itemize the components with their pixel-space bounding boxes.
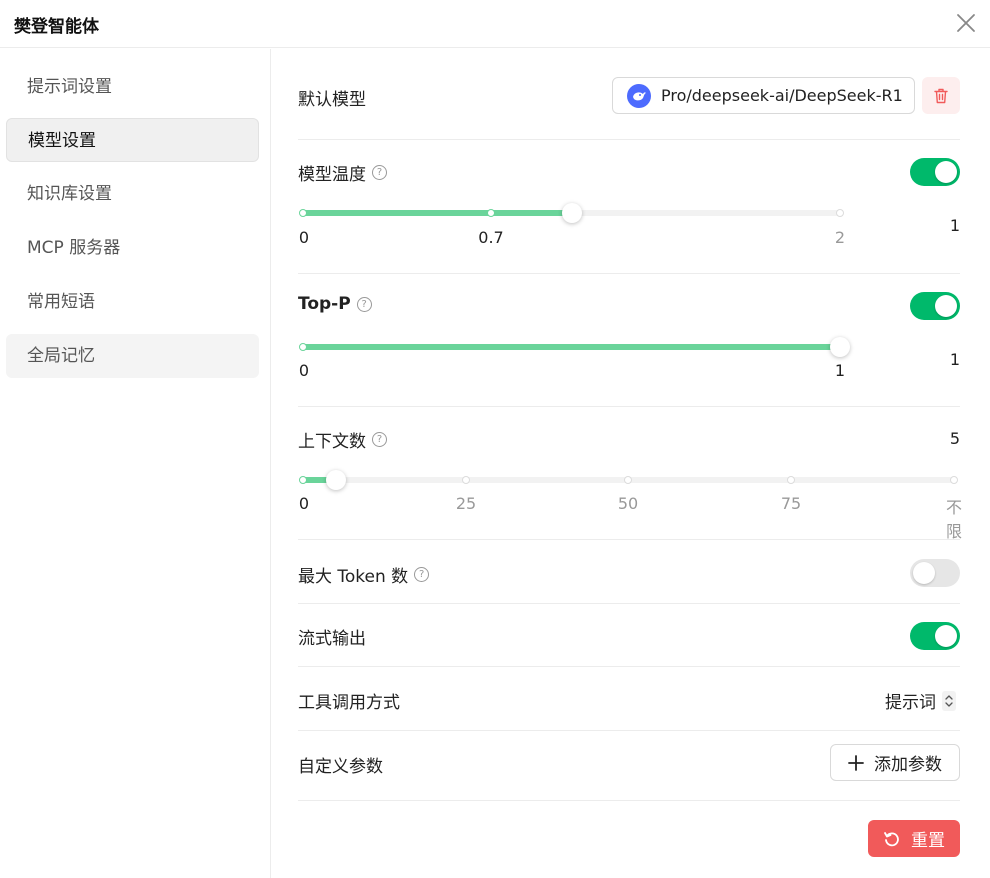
slider-tick-label: 0 xyxy=(298,361,310,380)
reset-label: 重置 xyxy=(911,831,945,851)
stream-output-label-text: 流式输出 xyxy=(298,629,366,649)
slider-mark-dot xyxy=(462,476,470,484)
context-count-slider[interactable] xyxy=(299,470,958,490)
slider-mark-dot xyxy=(787,476,795,484)
sidebar-item-model[interactable]: 模型设置 xyxy=(6,118,259,162)
help-icon[interactable]: ? xyxy=(356,296,372,312)
top-p-label-text: Top-P xyxy=(298,294,351,314)
toggle-knob xyxy=(935,625,957,647)
stream-output-toggle[interactable] xyxy=(910,622,960,650)
temperature-slider[interactable] xyxy=(299,203,844,223)
tool-call-mode-select[interactable]: 提示词 xyxy=(885,688,956,713)
tool-call-mode-value: 提示词 xyxy=(885,693,936,713)
slider-tick-label: 2 xyxy=(834,228,846,247)
reset-icon xyxy=(884,831,899,846)
slider-mark-dot xyxy=(836,209,844,217)
slider-tick-label: 75 xyxy=(780,494,802,513)
add-param-button[interactable]: 添加参数 xyxy=(830,744,960,781)
reset-button[interactable]: 重置 xyxy=(868,820,960,857)
delete-model-button[interactable] xyxy=(922,77,960,114)
top-p-value: 1 xyxy=(949,350,960,369)
sidebar-item-knowledge[interactable]: 知识库设置 xyxy=(6,172,259,216)
select-arrows-icon xyxy=(942,690,956,711)
context-count-label-text: 上下文数 xyxy=(298,432,366,452)
slider-tick-label: 0.7 xyxy=(478,228,504,247)
slider-mark-dot xyxy=(299,209,307,217)
sidebar-item-phrases[interactable]: 常用短语 xyxy=(6,280,259,324)
divider xyxy=(298,603,960,604)
slider-fill xyxy=(303,344,840,350)
max-tokens-label-text: 最大 Token 数 xyxy=(298,567,409,587)
divider xyxy=(298,666,960,667)
custom-params-label: 自定义参数 xyxy=(298,752,383,777)
toggle-knob xyxy=(935,161,957,183)
tool-call-mode-label: 工具调用方式 xyxy=(298,688,400,713)
model-select-button[interactable]: Pro/deepseek-ai/DeepSeek-R1 xyxy=(612,77,915,114)
top-p-slider[interactable] xyxy=(299,337,850,357)
slider-tick-label: 0 xyxy=(298,494,310,513)
tool-call-mode-label-text: 工具调用方式 xyxy=(298,693,400,713)
slider-mark-dot xyxy=(624,476,632,484)
custom-params-label-text: 自定义参数 xyxy=(298,757,383,777)
context-count-label: 上下文数 ? xyxy=(298,427,387,452)
temperature-label: 模型温度 ? xyxy=(298,160,387,185)
slider-tick-label: 0 xyxy=(298,228,310,247)
temperature-value: 1 xyxy=(949,216,960,235)
help-icon[interactable]: ? xyxy=(414,567,430,582)
temperature-label-text: 模型温度 xyxy=(298,165,366,185)
close-icon[interactable] xyxy=(954,11,978,35)
slider-handle[interactable] xyxy=(326,470,346,490)
default-model-label: 默认模型 xyxy=(298,85,366,110)
stream-output-label: 流式输出 xyxy=(298,624,366,649)
slider-tick-label: 50 xyxy=(617,494,639,513)
add-param-label: 添加参数 xyxy=(874,755,942,775)
help-icon[interactable]: ? xyxy=(372,165,387,180)
top-p-label: Top-P ? xyxy=(298,294,372,314)
dialog-title: 樊登智能体 xyxy=(14,17,99,37)
divider xyxy=(298,539,960,540)
slider-mark-dot xyxy=(299,476,307,484)
plus-icon xyxy=(848,754,864,771)
slider-handle[interactable] xyxy=(830,337,850,357)
top-p-toggle[interactable] xyxy=(910,292,960,320)
slider-mark-dot xyxy=(487,209,495,217)
divider xyxy=(298,800,960,801)
slider-fill xyxy=(303,210,572,216)
divider xyxy=(298,139,960,140)
context-count-value: 5 xyxy=(949,429,960,448)
sidebar-item-mcp[interactable]: MCP 服务器 xyxy=(6,226,259,270)
slider-handle[interactable] xyxy=(562,203,582,223)
divider xyxy=(298,406,960,407)
toggle-knob xyxy=(913,562,935,584)
toggle-knob xyxy=(935,295,957,317)
max-tokens-label: 最大 Token 数 ? xyxy=(298,562,430,587)
sidebar-item-memory[interactable]: 全局记忆 xyxy=(6,334,259,378)
divider xyxy=(298,730,960,731)
settings-sidebar: 提示词设置 模型设置 知识库设置 MCP 服务器 常用短语 全局记忆 xyxy=(0,49,271,878)
slider-mark-dot xyxy=(299,343,307,351)
slider-tick-label: 不限 xyxy=(945,498,963,541)
divider xyxy=(298,273,960,274)
deepseek-logo-icon xyxy=(627,83,651,108)
temperature-toggle[interactable] xyxy=(910,158,960,186)
default-model-label-text: 默认模型 xyxy=(298,90,366,110)
trash-icon xyxy=(934,88,948,103)
slider-mark-dot xyxy=(950,476,958,484)
slider-tick-label: 1 xyxy=(834,361,846,380)
model-name: Pro/deepseek-ai/DeepSeek-R1 xyxy=(661,86,903,105)
sidebar-item-prompt[interactable]: 提示词设置 xyxy=(6,65,259,109)
slider-tick-label: 25 xyxy=(455,494,477,513)
help-icon[interactable]: ? xyxy=(372,432,387,447)
dialog-header: 樊登智能体 xyxy=(0,0,990,48)
max-tokens-toggle[interactable] xyxy=(910,559,960,587)
